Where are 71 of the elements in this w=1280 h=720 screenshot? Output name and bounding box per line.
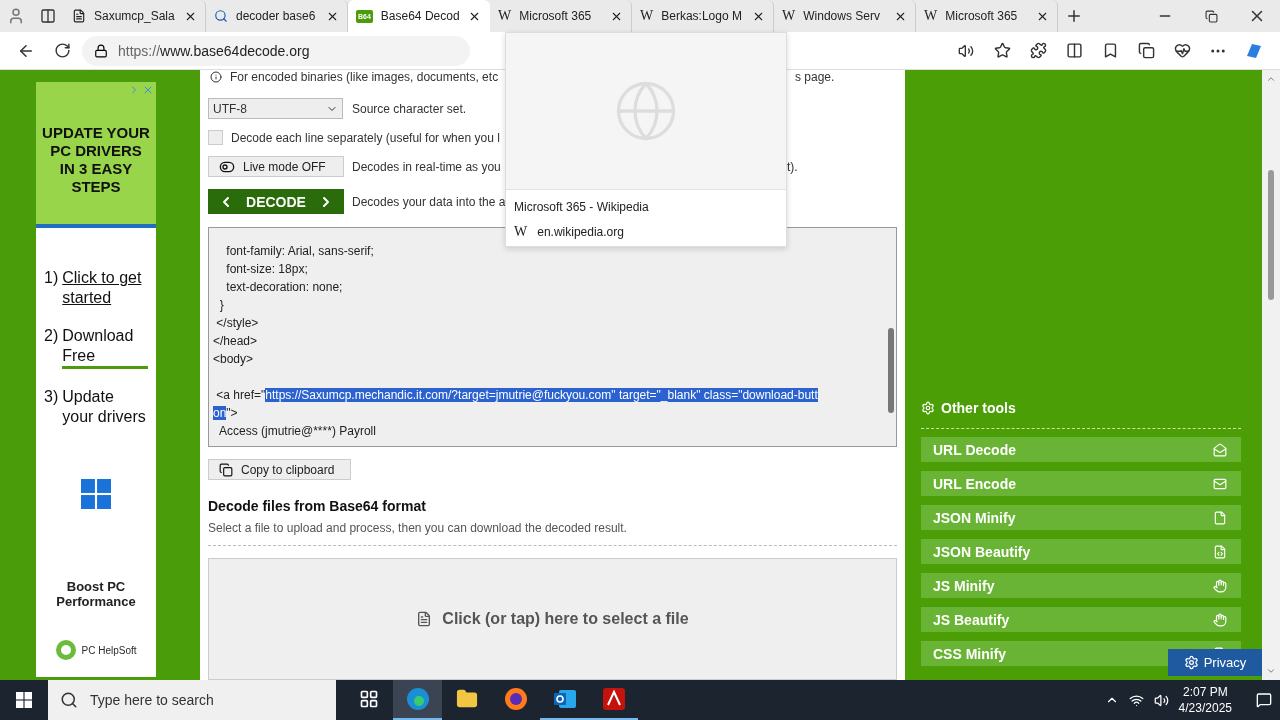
brand-name: PC HelpSoft	[81, 644, 137, 656]
charset-label: Source character set.	[352, 101, 467, 116]
notifications-icon[interactable]	[1256, 692, 1272, 708]
code-file-icon	[1213, 544, 1227, 559]
taskbar-search-field[interactable]: Type here to search	[48, 680, 336, 720]
wikipedia-logo: W	[924, 8, 938, 24]
preview-domain: en.wikipedia.org	[537, 225, 624, 239]
document-icon	[72, 9, 86, 23]
search-icon	[60, 691, 78, 709]
file-dropzone[interactable]: Click (or tap) here to select a file	[208, 558, 897, 680]
speaker-icon[interactable]	[958, 42, 974, 59]
privacy-toast[interactable]: Privacy	[1168, 649, 1262, 676]
puzzle-icon[interactable]	[1029, 42, 1047, 59]
firefox-icon	[503, 687, 528, 711]
star-icon[interactable]	[993, 42, 1011, 59]
preview-title: Microsoft 365 - Wikipedia	[513, 199, 650, 216]
live-mode-hint: Decodes in real-time as you	[352, 159, 502, 174]
ad-tagline: Boost PC Performance	[55, 579, 137, 609]
info-text: For encoded binaries (like images, documents, etc	[230, 70, 500, 84]
gear-icon	[1183, 655, 1199, 670]
volume-icon[interactable]	[1153, 692, 1169, 708]
ad-link[interactable]: Click to get started	[62, 268, 149, 308]
split-screen-icon[interactable]	[1065, 42, 1083, 59]
copy-button[interactable]: Copy to clipboard	[208, 459, 351, 480]
tab-actions-icon[interactable]	[40, 8, 56, 24]
ad-banner[interactable]: UPDATE YOUR PC DRIVERS IN 3 EASY STEPS 1) Click to get started 2) Download Free 3) Update your drivers Boost PC Performance PC HelpSoft	[36, 82, 156, 677]
task-view-icon	[358, 689, 379, 709]
new-tab-icon[interactable]	[1065, 7, 1083, 25]
wikipedia-logo: W	[514, 224, 528, 240]
start-icon[interactable]	[16, 692, 32, 708]
edge-icon	[405, 687, 430, 711]
gear-icon	[921, 401, 935, 415]
brand-logo-icon	[55, 639, 78, 661]
wikipedia-logo: W	[498, 8, 512, 24]
profile-icon[interactable]	[7, 7, 25, 25]
step-number: 1)	[44, 268, 59, 288]
step-number: 2)	[44, 326, 59, 346]
windows-logo	[81, 479, 111, 509]
search-icon	[214, 9, 228, 23]
charset-select[interactable]: UTF-8	[208, 98, 343, 119]
reload-icon[interactable]	[53, 42, 71, 59]
lock-icon	[94, 43, 108, 58]
hand-icon	[1213, 578, 1227, 593]
step-number: 3)	[44, 387, 59, 407]
collections-icon[interactable]	[1137, 42, 1155, 59]
network-icon[interactable]	[1128, 692, 1144, 708]
checkbox[interactable]	[208, 130, 223, 145]
decode-button[interactable]: DECODE	[208, 189, 344, 214]
step-text: Update your drivers	[62, 387, 147, 427]
acrobat-icon	[601, 687, 626, 711]
heart-icon[interactable]	[1173, 42, 1191, 59]
checkbox-label: Decode each line separately (useful for when you l	[231, 130, 501, 145]
restore-icon[interactable]	[1204, 9, 1218, 23]
outlook-icon	[552, 687, 577, 711]
clock[interactable]: 2:07 PM 4/23/2025	[1178, 684, 1232, 716]
live-mode-hint: t).	[787, 159, 799, 174]
ad-headline: UPDATE YOUR PC DRIVERS IN 3 EASY STEPS	[42, 124, 150, 196]
live-mode-button[interactable]: Live mode OFF	[208, 156, 344, 177]
envelope-icon	[1213, 476, 1227, 491]
info-text: s page.	[795, 70, 836, 84]
wikipedia-logo: W	[782, 8, 796, 24]
tools-title: Other tools	[941, 400, 1016, 416]
hand-icon	[1213, 612, 1227, 627]
open-envelope-icon	[1213, 442, 1227, 457]
info-icon	[210, 71, 222, 83]
section-title: Decode files from Base64 format	[208, 498, 427, 514]
folder-icon	[455, 688, 478, 710]
step-text: Download Free	[62, 326, 149, 369]
wikipedia-logo: W	[640, 8, 654, 24]
section-subtitle: Select a file to upload and process, then you can download the decoded result.	[208, 521, 628, 535]
copy-icon	[219, 462, 233, 477]
